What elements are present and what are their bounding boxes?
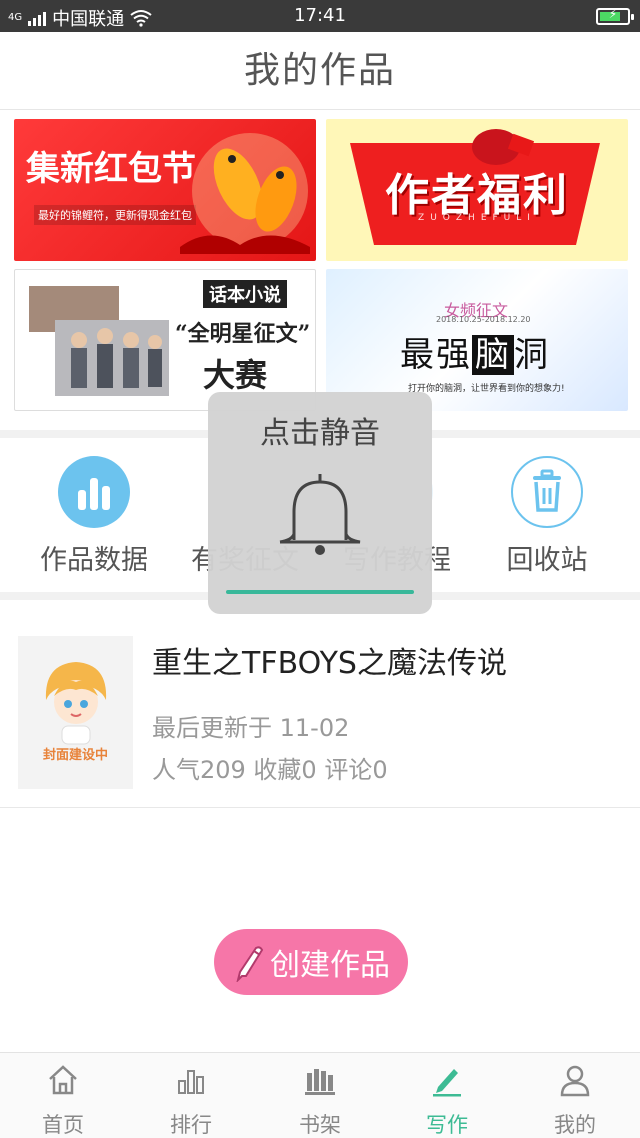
banner-subtitle: ZUOZHEFULI	[418, 213, 536, 223]
tool-label: 回收站	[506, 545, 588, 576]
banner-grid: 集新红包节 最好的锦鲤符，更新得现金红包 作者福利 ZUOZHEFULI 话本小…	[14, 119, 628, 413]
tab-write[interactable]: 写作	[402, 1063, 492, 1138]
tab-bookshelf[interactable]: 书架	[275, 1063, 365, 1138]
work-updated: 最后更新于 11-02	[152, 714, 350, 742]
tab-home[interactable]: 首页	[18, 1063, 108, 1138]
banner-title: 最强脑洞	[400, 335, 550, 375]
banner-red-packet[interactable]: 集新红包节 最好的锦鲤符，更新得现金红包	[14, 119, 316, 261]
work-stats: 人气209 收藏0 评论0	[152, 756, 388, 784]
tool-recycle-bin[interactable]: 回收站	[472, 456, 622, 577]
banner-subtitle: 打开你的脑洞，让世界看到你的想象力!	[408, 384, 565, 394]
home-icon	[49, 1065, 77, 1095]
banner-author-welfare[interactable]: 作者福利 ZUOZHEFULI	[326, 119, 628, 261]
banner-date: 2018.10.25-2018.12.20	[436, 315, 531, 324]
pen-icon	[433, 1069, 461, 1097]
banner-all-star-contest[interactable]: 话本小说 “全明星征文” 大赛	[14, 269, 316, 411]
banner-title: 集新红包节	[26, 149, 196, 189]
group-photo-image	[29, 286, 169, 396]
banner-tag: 话本小说	[203, 280, 287, 308]
profile-icon	[560, 1065, 590, 1097]
bell-icon	[279, 474, 361, 555]
banner-title: “全明星征文”	[175, 321, 311, 347]
status-bar: 4G 中国联通 17:41 ⚡	[0, 0, 640, 32]
page-header: 我的作品	[0, 32, 640, 110]
tab-label: 首页	[42, 1113, 84, 1137]
ranking-icon	[178, 1070, 204, 1094]
tab-profile[interactable]: 我的	[530, 1063, 620, 1138]
banner-brain-hole-contest[interactable]: 女频征文 2018.10.25-2018.12.20 最强脑洞 打开你的脑洞，让…	[326, 269, 628, 411]
koi-fish-icon	[180, 133, 310, 254]
mute-toast-text: 点击静音	[260, 416, 380, 451]
create-work-label: 创建作品	[270, 948, 390, 983]
pencil-icon	[236, 946, 264, 982]
work-title: 重生之TFBOYS之魔法传说	[152, 646, 507, 681]
avatar-placeholder-icon	[45, 662, 107, 745]
trash-icon	[511, 456, 583, 528]
tab-label: 书架	[299, 1113, 341, 1137]
tab-ranking[interactable]: 排行	[146, 1063, 236, 1138]
page-title: 我的作品	[243, 50, 396, 91]
tab-label: 写作	[426, 1113, 468, 1137]
cover-caption: 封面建设中	[42, 748, 108, 763]
tool-work-data[interactable]: 作品数据	[19, 456, 169, 577]
battery-icon: ⚡	[596, 7, 634, 25]
tab-label: 我的	[554, 1113, 596, 1137]
create-work-button[interactable]: 创建作品	[214, 929, 408, 995]
work-cover: 封面建设中	[18, 636, 133, 789]
volume-bar	[226, 590, 414, 594]
bar-chart-icon	[58, 456, 130, 528]
banner-subtitle: 最好的锦鲤符，更新得现金红包	[34, 205, 196, 225]
work-item[interactable]: 封面建设中 重生之TFBOYS之魔法传说 最后更新于 11-02 人气209 收…	[0, 616, 640, 808]
status-time: 17:41	[294, 5, 346, 26]
bottom-tab-bar: 首页 排行 书架 写作 我的	[0, 1052, 640, 1138]
mute-toast[interactable]: 点击静音	[208, 392, 432, 614]
bookshelf-icon	[305, 1069, 335, 1095]
tool-label: 作品数据	[40, 545, 148, 576]
tab-label: 排行	[170, 1113, 212, 1137]
banner-subtitle: 大赛	[203, 356, 268, 394]
